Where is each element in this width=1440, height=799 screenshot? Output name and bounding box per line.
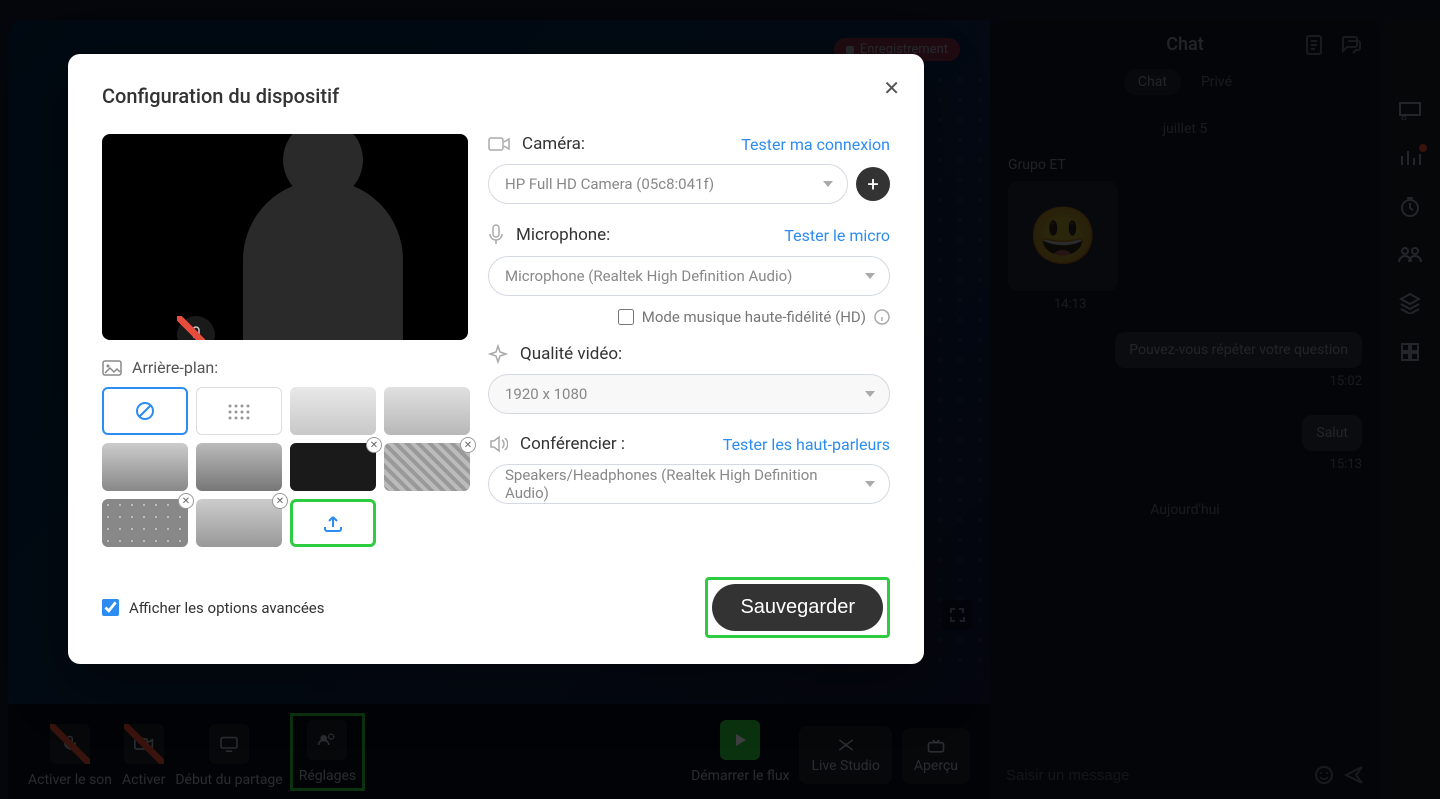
camera-preview [102,134,468,340]
bg-beach1[interactable] [102,443,188,491]
camera-label: Caméra: [522,134,729,154]
mic-icon [488,224,504,246]
close-button[interactable]: ✕ [883,76,900,101]
mic-select[interactable]: Microphone (Realtek High Definition Audi… [488,256,890,296]
speaker-label: Conférencier : [520,434,711,454]
delete-bg-icon[interactable]: ✕ [178,493,194,509]
device-config-modal: Configuration du dispositif ✕ Arrière-pl… [68,54,924,664]
speaker-icon [488,435,508,453]
quality-label: Qualité vidéo: [520,344,890,364]
camera-select[interactable]: HP Full HD Camera (05c8:041f) [488,164,848,204]
mic-label: Microphone: [516,225,772,245]
background-label: Arrière-plan: [132,358,218,377]
test-connection-link[interactable]: Tester ma connexion [741,135,890,154]
upload-icon [321,513,345,533]
sparkle-icon [488,344,508,364]
test-speakers-link[interactable]: Tester les haut-parleurs [723,435,890,454]
hifi-checkbox[interactable] [618,309,634,325]
hifi-row: Mode musique haute-fidélité (HD) [488,308,890,326]
none-icon [134,400,156,422]
bg-beach2[interactable] [196,443,282,491]
delete-bg-icon[interactable]: ✕ [460,437,476,453]
delete-bg-icon[interactable]: ✕ [272,493,288,509]
quality-select[interactable]: 1920 x 1080 [488,374,890,414]
add-camera-button[interactable]: + [856,167,890,201]
avatar-silhouette [243,180,403,340]
modal-title: Configuration du dispositif [102,84,890,108]
bg-dots[interactable]: ✕ [102,499,188,547]
bg-diagonal[interactable]: ✕ [384,443,470,491]
advanced-options-checkbox[interactable]: Afficher les options avancées [102,599,325,617]
bg-dark[interactable]: ✕ [290,443,376,491]
bg-blur[interactable] [196,387,282,435]
test-mic-link[interactable]: Tester le micro [784,226,890,245]
image-icon [102,360,122,376]
hifi-label: Mode musique haute-fidélité (HD) [642,308,866,326]
save-highlight: Sauvegarder [705,577,890,638]
advanced-checkbox-input[interactable] [102,599,119,616]
delete-bg-icon[interactable]: ✕ [366,437,382,453]
camera-icon [488,136,510,152]
blur-icon [224,401,254,421]
mic-muted-badge [177,316,215,340]
bg-none[interactable] [102,387,188,435]
bg-room2[interactable] [384,387,470,435]
info-icon[interactable] [874,309,890,325]
bg-upload[interactable] [290,499,376,547]
bg-shelf[interactable]: ✕ [196,499,282,547]
speaker-select[interactable]: Speakers/Headphones (Realtek High Defini… [488,464,890,504]
bg-room1[interactable] [290,387,376,435]
background-grid: ✕ ✕ ✕ ✕ [102,387,468,547]
advanced-label: Afficher les options avancées [129,599,325,617]
save-button[interactable]: Sauvegarder [712,584,883,631]
